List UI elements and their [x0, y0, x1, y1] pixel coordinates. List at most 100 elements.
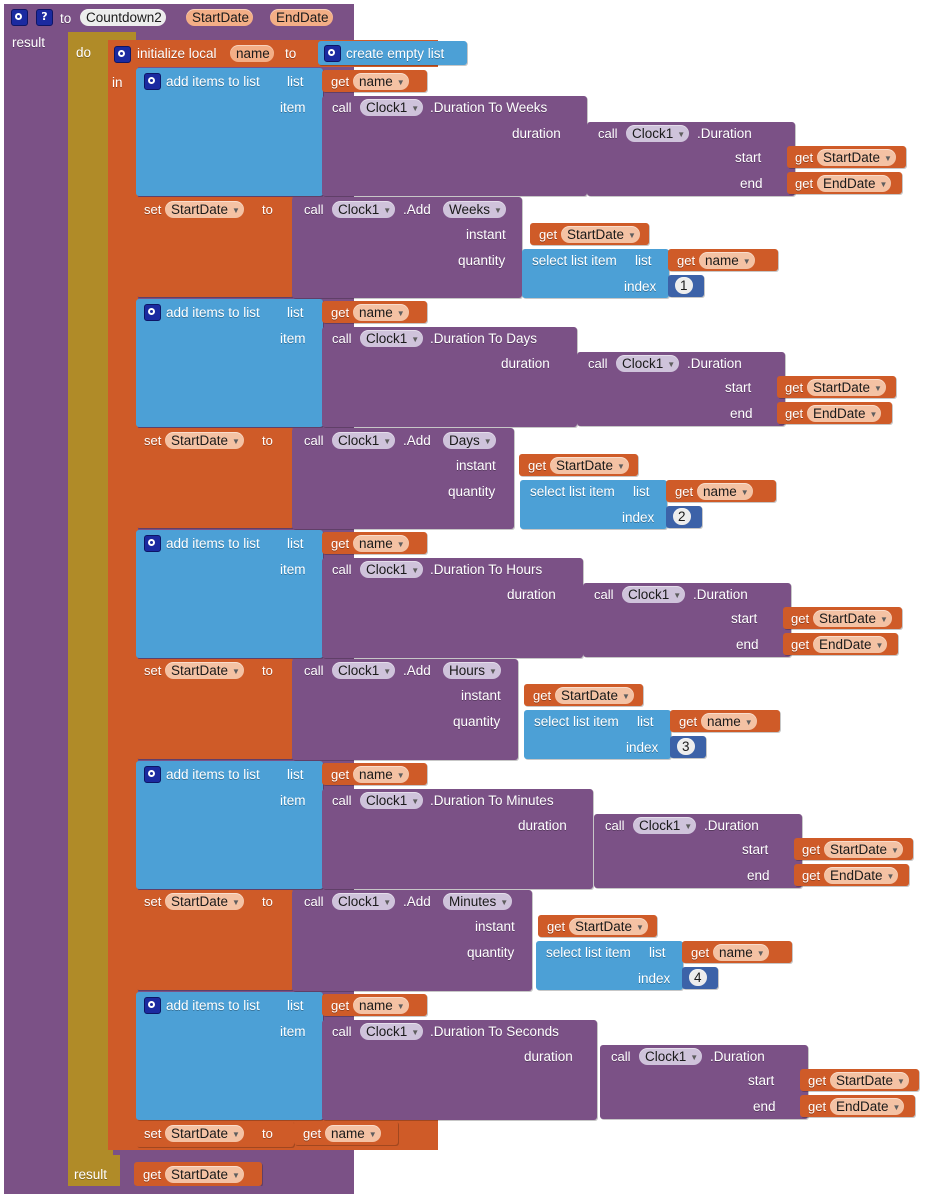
chevron-down-icon[interactable]: ▼: [411, 1024, 419, 1041]
chevron-down-icon[interactable]: ▼: [743, 253, 751, 270]
chevron-down-icon[interactable]: ▼: [489, 663, 497, 680]
call-duration-block-minutes[interactable]: [594, 814, 802, 888]
get-startdate-field-inst-minutes[interactable]: StartDate ▼: [569, 918, 648, 935]
gear-icon[interactable]: [11, 9, 28, 26]
chevron-down-icon[interactable]: ▼: [757, 945, 765, 962]
get-name-field-sel-hours[interactable]: name ▼: [701, 713, 757, 730]
add-items-gear-icon-days[interactable]: [144, 304, 161, 321]
chevron-down-icon[interactable]: ▼: [383, 433, 391, 450]
get-name-field-hours[interactable]: name ▼: [353, 535, 409, 552]
clock-field-dur-seconds[interactable]: Clock1 ▼: [639, 1048, 703, 1066]
chevron-down-icon[interactable]: ▼: [870, 406, 878, 423]
chevron-down-icon[interactable]: ▼: [880, 611, 888, 628]
add-items-gear-icon-weeks[interactable]: [144, 73, 161, 90]
clock-component-field-seconds[interactable]: Clock1 ▼: [360, 1023, 424, 1041]
set-var-field-weeks[interactable]: StartDate ▼: [165, 201, 244, 218]
initialize-local-block[interactable]: [108, 40, 138, 1150]
call-duration-block-hours[interactable]: [583, 583, 791, 657]
get-enddate-field-minutes[interactable]: EndDate ▼: [824, 867, 899, 885]
get-startdate-field-minutes[interactable]: StartDate ▼: [824, 841, 903, 858]
chevron-down-icon[interactable]: ▼: [628, 227, 636, 244]
chevron-down-icon[interactable]: ▼: [411, 793, 419, 810]
call-duration-block-weeks[interactable]: [587, 122, 795, 196]
chevron-down-icon[interactable]: ▼: [397, 536, 405, 553]
set-var-field-days[interactable]: StartDate ▼: [165, 432, 244, 449]
chevron-down-icon[interactable]: ▼: [383, 894, 391, 911]
get-startdate-field-inst-days[interactable]: StartDate ▼: [550, 457, 629, 474]
chevron-down-icon[interactable]: ▼: [397, 767, 405, 784]
chevron-down-icon[interactable]: ▼: [684, 818, 692, 835]
chevron-down-icon[interactable]: ▼: [677, 126, 685, 143]
get-startdate-field-weeks[interactable]: StartDate ▼: [817, 149, 896, 166]
get-startdate-field-result[interactable]: StartDate ▼: [165, 1166, 244, 1183]
clock-field-add-days[interactable]: Clock1 ▼: [332, 432, 396, 450]
chevron-down-icon[interactable]: ▼: [667, 356, 675, 373]
local-var-name-field[interactable]: name: [230, 45, 274, 62]
get-startdate-field-days[interactable]: StartDate ▼: [807, 379, 886, 396]
initialize-local-gear-icon[interactable]: [114, 46, 131, 63]
get-name-field-sel-days[interactable]: name ▼: [697, 483, 753, 500]
get-enddate-field-hours[interactable]: EndDate ▼: [813, 636, 888, 654]
chevron-down-icon[interactable]: ▼: [876, 637, 884, 654]
clock-component-field-hours[interactable]: Clock1 ▼: [360, 561, 424, 579]
chevron-down-icon[interactable]: ▼: [891, 842, 899, 859]
chevron-down-icon[interactable]: ▼: [887, 868, 895, 885]
chevron-down-icon[interactable]: ▼: [690, 1049, 698, 1066]
get-name-field-minutes[interactable]: name ▼: [353, 766, 409, 783]
chevron-down-icon[interactable]: ▼: [383, 202, 391, 219]
chevron-down-icon[interactable]: ▼: [411, 100, 419, 117]
clock-field-add-hours[interactable]: Clock1 ▼: [332, 662, 396, 680]
chevron-down-icon[interactable]: ▼: [369, 1126, 377, 1143]
chevron-down-icon[interactable]: ▼: [673, 587, 681, 604]
get-name-field-sel-weeks[interactable]: name ▼: [699, 252, 755, 269]
chevron-down-icon[interactable]: ▼: [874, 380, 882, 397]
create-empty-list-gear-icon[interactable]: [324, 45, 341, 62]
chevron-down-icon[interactable]: ▼: [397, 998, 405, 1015]
procedure-name-field[interactable]: Countdown2: [80, 9, 166, 26]
chevron-down-icon[interactable]: ▼: [232, 894, 240, 911]
number-field-minutes[interactable]: 4: [689, 969, 707, 986]
clock-field-dur-weeks[interactable]: Clock1 ▼: [626, 125, 690, 143]
chevron-down-icon[interactable]: ▼: [741, 484, 749, 501]
get-startdate-field-seconds[interactable]: StartDate ▼: [830, 1072, 909, 1089]
chevron-down-icon[interactable]: ▼: [232, 1126, 240, 1143]
call-duration-block-seconds[interactable]: [600, 1045, 808, 1119]
add-items-gear-icon-hours[interactable]: [144, 535, 161, 552]
get-name-field-sel-minutes[interactable]: name ▼: [713, 944, 769, 961]
get-enddate-field-weeks[interactable]: EndDate ▼: [817, 175, 892, 192]
chevron-down-icon[interactable]: ▼: [232, 663, 240, 680]
get-startdate-field-hours[interactable]: StartDate ▼: [813, 610, 892, 627]
chevron-down-icon[interactable]: ▼: [484, 433, 492, 450]
chevron-down-icon[interactable]: ▼: [745, 714, 753, 731]
chevron-down-icon[interactable]: ▼: [893, 1099, 901, 1116]
chevron-down-icon[interactable]: ▼: [232, 202, 240, 219]
set-var-field-minutes[interactable]: StartDate ▼: [165, 893, 244, 910]
chevron-down-icon[interactable]: ▼: [383, 663, 391, 680]
set-var-field-hours[interactable]: StartDate ▼: [165, 662, 244, 679]
chevron-down-icon[interactable]: ▼: [397, 305, 405, 322]
add-unit-field-hours[interactable]: Hours ▼: [443, 662, 501, 679]
chevron-down-icon[interactable]: ▼: [411, 562, 419, 579]
chevron-down-icon[interactable]: ▼: [232, 433, 240, 450]
clock-component-field-minutes[interactable]: Clock1 ▼: [360, 792, 424, 810]
set-var-field-final[interactable]: StartDate ▼: [165, 1125, 244, 1142]
get-startdate-field-inst-hours[interactable]: StartDate ▼: [555, 687, 634, 704]
get-startdate-field-inst-weeks[interactable]: StartDate ▼: [561, 226, 640, 243]
add-unit-field-weeks[interactable]: Weeks ▼: [443, 201, 506, 218]
call-duration-block-days[interactable]: [577, 352, 785, 426]
help-icon[interactable]: ?: [36, 9, 53, 26]
add-unit-field-minutes[interactable]: Minutes ▼: [443, 893, 513, 911]
clock-component-field-weeks[interactable]: Clock1 ▼: [360, 99, 424, 117]
procedure-param-startdate[interactable]: StartDate: [186, 9, 254, 26]
clock-field-dur-days[interactable]: Clock1 ▼: [616, 355, 680, 373]
chevron-down-icon[interactable]: ▼: [617, 458, 625, 475]
add-unit-field-days[interactable]: Days ▼: [443, 432, 496, 449]
chevron-down-icon[interactable]: ▼: [622, 688, 630, 705]
get-enddate-field-days[interactable]: EndDate ▼: [807, 405, 882, 423]
chevron-down-icon[interactable]: ▼: [232, 1167, 240, 1184]
add-items-gear-icon-seconds[interactable]: [144, 997, 161, 1014]
clock-field-add-minutes[interactable]: Clock1 ▼: [332, 893, 396, 911]
get-name-field-weeks[interactable]: name ▼: [353, 73, 409, 90]
chevron-down-icon[interactable]: ▼: [500, 894, 508, 911]
number-field-hours[interactable]: 3: [677, 738, 695, 755]
